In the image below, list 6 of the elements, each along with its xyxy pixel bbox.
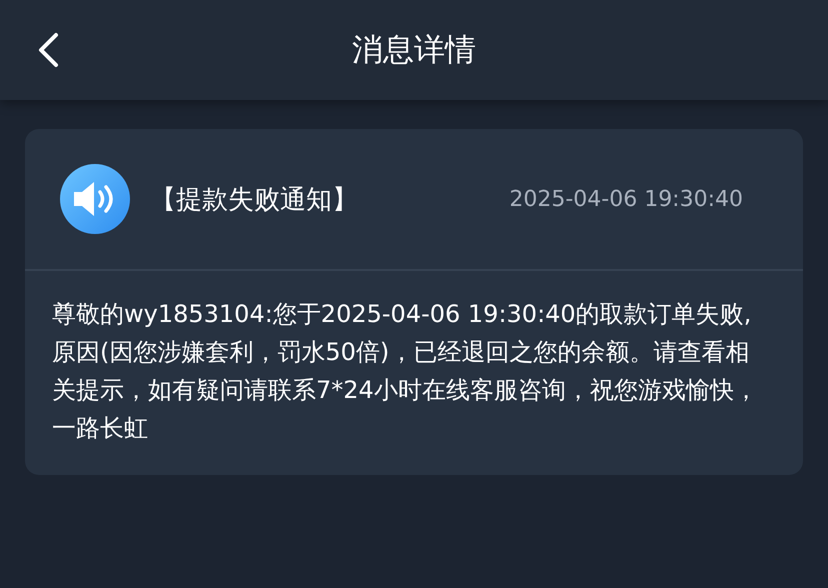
speaker-icon [60,164,130,234]
back-icon[interactable] [36,32,60,68]
message-body: 尊敬的wy1853104:您于2025-04-06 19:30:40的取款订单失败,原因(因您涉嫌套利，罚水50倍)，已经退回之您的余额。请查看相关提示，如有疑问请联系7*24小时在线客服咨询，祝您游戏愉快，一路长虹 [51,299,759,444]
page-title: 消息详情 [352,31,476,70]
message-time: 2025-04-06 19:30:40 [509,186,743,212]
message-title: 【提款失败通知】 [150,184,359,216]
